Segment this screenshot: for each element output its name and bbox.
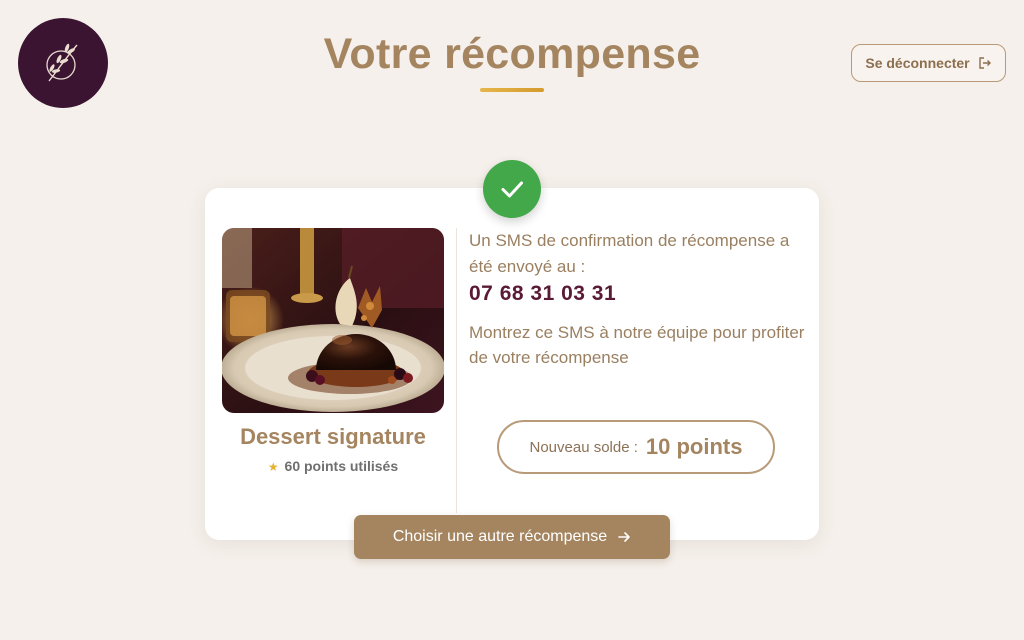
reward-card: Dessert signature ★ 60 points utilisés U… xyxy=(205,188,819,540)
balance-label: Nouveau solde : xyxy=(529,438,638,456)
choose-other-reward-button[interactable]: Choisir une autre récompense xyxy=(354,515,670,559)
logout-label: Se déconnecter xyxy=(865,55,970,71)
balance-value: 10 points xyxy=(645,434,743,459)
star-icon: ★ xyxy=(267,460,279,474)
points-used-label: 60 points utilisés xyxy=(284,458,399,474)
success-badge xyxy=(483,160,541,218)
points-used: ★ 60 points utilisés xyxy=(222,458,444,474)
reward-name: Dessert signature xyxy=(240,424,426,449)
logout-button[interactable]: Se déconnecter xyxy=(851,44,1006,82)
sms-confirmation-text: Un SMS de confirmation de récompense a é… xyxy=(469,231,790,276)
choose-other-reward-label: Choisir une autre récompense xyxy=(392,528,608,545)
instruction-text: Montrez ce SMS à notre équipe pour profi… xyxy=(469,323,805,367)
arrow-right-icon xyxy=(618,532,630,542)
dessert-photo xyxy=(222,228,444,413)
new-balance-pill: Nouveau solde : 10 points xyxy=(497,420,775,474)
logout-icon xyxy=(978,57,991,69)
phone-number: 07 68 31 03 31 xyxy=(469,282,617,305)
title-underline xyxy=(480,88,544,92)
checkmark-icon xyxy=(501,181,523,198)
card-divider xyxy=(456,228,457,513)
